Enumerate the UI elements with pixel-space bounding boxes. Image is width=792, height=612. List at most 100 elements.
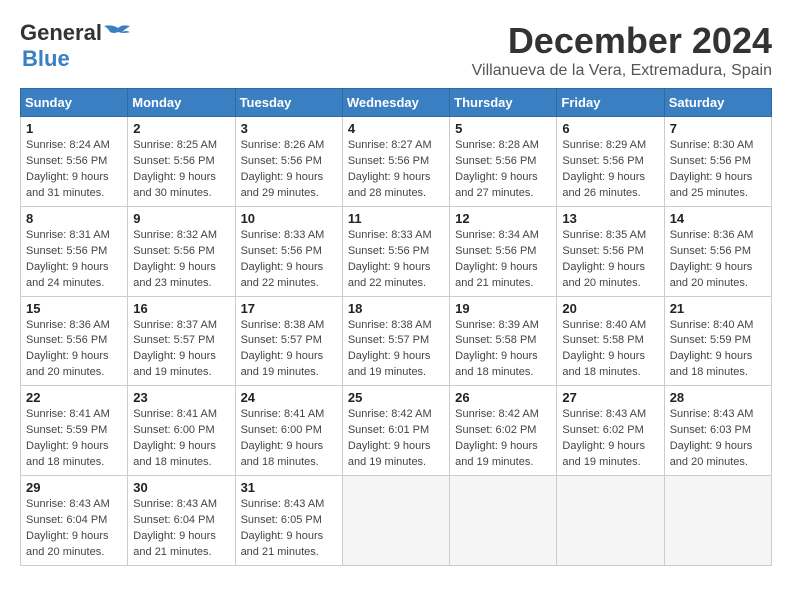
calendar-day-cell: 9 Sunrise: 8:32 AMSunset: 5:56 PMDaylight… bbox=[128, 206, 235, 296]
calendar-day-cell: 8 Sunrise: 8:31 AMSunset: 5:56 PMDaylight… bbox=[21, 206, 128, 296]
logo-text-general: General bbox=[20, 20, 102, 46]
day-number: 3 bbox=[241, 121, 337, 136]
day-detail: Sunrise: 8:33 AMSunset: 5:56 PMDaylight:… bbox=[241, 228, 337, 292]
day-number: 5 bbox=[455, 121, 551, 136]
day-detail: Sunrise: 8:35 AMSunset: 5:56 PMDaylight:… bbox=[562, 228, 658, 292]
calendar-day-cell: 29 Sunrise: 8:43 AMSunset: 6:04 PMDayligh… bbox=[21, 476, 128, 566]
day-number: 16 bbox=[133, 301, 229, 316]
calendar-day-cell: 2Sunrise: 8:25 AMSunset: 5:56 PMDaylight… bbox=[128, 117, 235, 207]
calendar-day-cell: 22Sunrise: 8:41 AMSunset: 5:59 PMDayligh… bbox=[21, 386, 128, 476]
calendar-day-cell bbox=[557, 476, 664, 566]
calendar-week-row: 15 Sunrise: 8:36 AMSunset: 5:56 PMDayligh… bbox=[21, 296, 772, 386]
day-number: 17 bbox=[241, 301, 337, 316]
calendar-week-row: 22Sunrise: 8:41 AMSunset: 5:59 PMDayligh… bbox=[21, 386, 772, 476]
calendar-day-cell: 4 Sunrise: 8:27 AMSunset: 5:56 PMDaylight… bbox=[342, 117, 449, 207]
day-number: 26 bbox=[455, 390, 551, 405]
calendar-day-cell: 21 Sunrise: 8:40 AMSunset: 5:59 PMDayligh… bbox=[664, 296, 771, 386]
calendar-day-cell: 25Sunrise: 8:42 AMSunset: 6:01 PMDayligh… bbox=[342, 386, 449, 476]
day-number: 11 bbox=[348, 211, 444, 226]
calendar-table: SundayMondayTuesdayWednesdayThursdayFrid… bbox=[20, 88, 772, 566]
calendar-week-row: 1Sunrise: 8:24 AMSunset: 5:56 PMDaylight… bbox=[21, 117, 772, 207]
day-detail: Sunrise: 8:41 AMSunset: 6:00 PMDaylight:… bbox=[241, 407, 337, 471]
calendar-day-cell: 12 Sunrise: 8:34 AMSunset: 5:56 PMDayligh… bbox=[450, 206, 557, 296]
day-number: 12 bbox=[455, 211, 551, 226]
calendar-day-cell: 19 Sunrise: 8:39 AMSunset: 5:58 PMDayligh… bbox=[450, 296, 557, 386]
calendar-day-cell: 1Sunrise: 8:24 AMSunset: 5:56 PMDaylight… bbox=[21, 117, 128, 207]
calendar-day-cell: 7 Sunrise: 8:30 AMSunset: 5:56 PMDaylight… bbox=[664, 117, 771, 207]
calendar-day-cell: 6 Sunrise: 8:29 AMSunset: 5:56 PMDaylight… bbox=[557, 117, 664, 207]
logo: General Blue bbox=[20, 20, 132, 72]
day-detail: Sunrise: 8:43 AMSunset: 6:05 PMDaylight:… bbox=[241, 497, 337, 561]
day-number: 7 bbox=[670, 121, 766, 136]
day-detail: Sunrise: 8:43 AMSunset: 6:02 PMDaylight:… bbox=[562, 407, 658, 471]
day-detail: Sunrise: 8:34 AMSunset: 5:56 PMDaylight:… bbox=[455, 228, 551, 292]
day-number: 29 bbox=[26, 480, 122, 495]
day-number: 23 bbox=[133, 390, 229, 405]
day-detail: Sunrise: 8:29 AMSunset: 5:56 PMDaylight:… bbox=[562, 138, 658, 202]
calendar-day-cell: 3 Sunrise: 8:26 AMSunset: 5:56 PMDaylight… bbox=[235, 117, 342, 207]
day-detail: Sunrise: 8:38 AMSunset: 5:57 PMDaylight:… bbox=[348, 318, 444, 382]
day-number: 10 bbox=[241, 211, 337, 226]
day-number: 19 bbox=[455, 301, 551, 316]
day-detail: Sunrise: 8:43 AMSunset: 6:04 PMDaylight:… bbox=[133, 497, 229, 561]
day-number: 18 bbox=[348, 301, 444, 316]
day-detail: Sunrise: 8:30 AMSunset: 5:56 PMDaylight:… bbox=[670, 138, 766, 202]
calendar-day-cell: 28 Sunrise: 8:43 AMSunset: 6:03 PMDayligh… bbox=[664, 386, 771, 476]
calendar-day-cell: 17Sunrise: 8:38 AMSunset: 5:57 PMDayligh… bbox=[235, 296, 342, 386]
day-number: 4 bbox=[348, 121, 444, 136]
day-number: 30 bbox=[133, 480, 229, 495]
day-number: 15 bbox=[26, 301, 122, 316]
title-section: December 2024 Villanueva de la Vera, Ext… bbox=[472, 20, 772, 80]
calendar-day-cell: 31 Sunrise: 8:43 AMSunset: 6:05 PMDayligh… bbox=[235, 476, 342, 566]
calendar-day-cell: 14 Sunrise: 8:36 AMSunset: 5:56 PMDayligh… bbox=[664, 206, 771, 296]
day-number: 24 bbox=[241, 390, 337, 405]
day-detail: Sunrise: 8:42 AMSunset: 6:02 PMDaylight:… bbox=[455, 407, 551, 471]
calendar-day-cell: 24 Sunrise: 8:41 AMSunset: 6:00 PMDayligh… bbox=[235, 386, 342, 476]
day-detail: Sunrise: 8:27 AMSunset: 5:56 PMDaylight:… bbox=[348, 138, 444, 202]
day-detail: Sunrise: 8:33 AMSunset: 5:56 PMDaylight:… bbox=[348, 228, 444, 292]
day-number: 14 bbox=[670, 211, 766, 226]
weekday-header-wednesday: Wednesday bbox=[342, 89, 449, 117]
day-number: 2 bbox=[133, 121, 229, 136]
day-detail: Sunrise: 8:43 AMSunset: 6:03 PMDaylight:… bbox=[670, 407, 766, 471]
day-number: 9 bbox=[133, 211, 229, 226]
logo-text-blue: Blue bbox=[22, 46, 70, 72]
day-number: 28 bbox=[670, 390, 766, 405]
month-title: December 2024 bbox=[472, 20, 772, 62]
day-detail: Sunrise: 8:39 AMSunset: 5:58 PMDaylight:… bbox=[455, 318, 551, 382]
day-number: 8 bbox=[26, 211, 122, 226]
calendar-day-cell bbox=[342, 476, 449, 566]
day-number: 21 bbox=[670, 301, 766, 316]
day-detail: Sunrise: 8:41 AMSunset: 6:00 PMDaylight:… bbox=[133, 407, 229, 471]
day-detail: Sunrise: 8:40 AMSunset: 5:58 PMDaylight:… bbox=[562, 318, 658, 382]
day-number: 6 bbox=[562, 121, 658, 136]
logo-bird-icon bbox=[104, 24, 132, 42]
calendar-week-row: 8 Sunrise: 8:31 AMSunset: 5:56 PMDaylight… bbox=[21, 206, 772, 296]
day-detail: Sunrise: 8:31 AMSunset: 5:56 PMDaylight:… bbox=[26, 228, 122, 292]
calendar-day-cell: 23 Sunrise: 8:41 AMSunset: 6:00 PMDayligh… bbox=[128, 386, 235, 476]
day-detail: Sunrise: 8:36 AMSunset: 5:56 PMDaylight:… bbox=[26, 318, 122, 382]
day-number: 13 bbox=[562, 211, 658, 226]
calendar-day-cell: 5 Sunrise: 8:28 AMSunset: 5:56 PMDaylight… bbox=[450, 117, 557, 207]
day-number: 20 bbox=[562, 301, 658, 316]
day-detail: Sunrise: 8:40 AMSunset: 5:59 PMDaylight:… bbox=[670, 318, 766, 382]
calendar-day-cell: 16 Sunrise: 8:37 AMSunset: 5:57 PMDayligh… bbox=[128, 296, 235, 386]
calendar-day-cell: 26 Sunrise: 8:42 AMSunset: 6:02 PMDayligh… bbox=[450, 386, 557, 476]
day-number: 31 bbox=[241, 480, 337, 495]
day-detail: Sunrise: 8:36 AMSunset: 5:56 PMDaylight:… bbox=[670, 228, 766, 292]
day-number: 22 bbox=[26, 390, 122, 405]
calendar-header-row: SundayMondayTuesdayWednesdayThursdayFrid… bbox=[21, 89, 772, 117]
calendar-day-cell bbox=[450, 476, 557, 566]
day-detail: Sunrise: 8:43 AMSunset: 6:04 PMDaylight:… bbox=[26, 497, 122, 561]
calendar-day-cell: 11 Sunrise: 8:33 AMSunset: 5:56 PMDayligh… bbox=[342, 206, 449, 296]
weekday-header-sunday: Sunday bbox=[21, 89, 128, 117]
weekday-header-friday: Friday bbox=[557, 89, 664, 117]
calendar-day-cell: 10 Sunrise: 8:33 AMSunset: 5:56 PMDayligh… bbox=[235, 206, 342, 296]
weekday-header-tuesday: Tuesday bbox=[235, 89, 342, 117]
day-detail: Sunrise: 8:32 AMSunset: 5:56 PMDaylight:… bbox=[133, 228, 229, 292]
day-detail: Sunrise: 8:37 AMSunset: 5:57 PMDaylight:… bbox=[133, 318, 229, 382]
day-detail: Sunrise: 8:28 AMSunset: 5:56 PMDaylight:… bbox=[455, 138, 551, 202]
calendar-week-row: 29 Sunrise: 8:43 AMSunset: 6:04 PMDayligh… bbox=[21, 476, 772, 566]
weekday-header-thursday: Thursday bbox=[450, 89, 557, 117]
day-detail: Sunrise: 8:26 AMSunset: 5:56 PMDaylight:… bbox=[241, 138, 337, 202]
